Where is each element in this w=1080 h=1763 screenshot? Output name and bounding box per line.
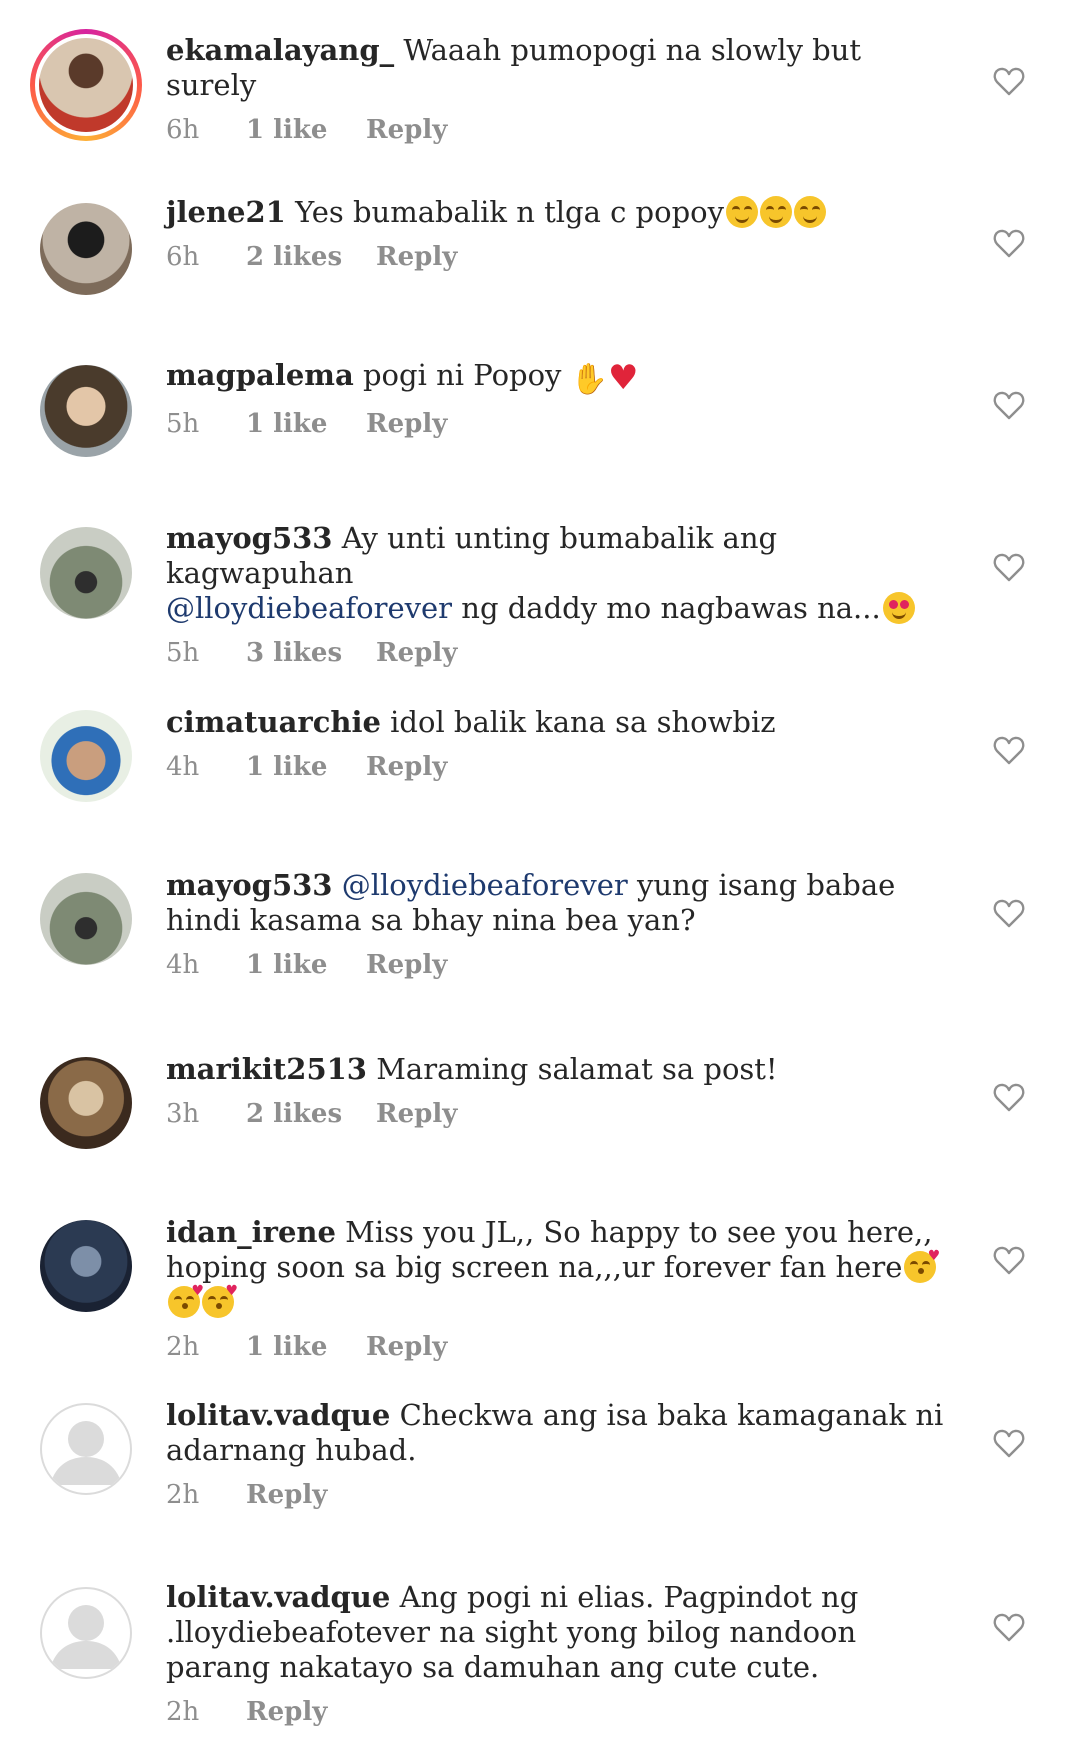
comment-meta: 4h 1 like Reply [166, 750, 956, 784]
reply-button[interactable]: Reply [366, 948, 447, 982]
like-heart-icon[interactable] [993, 552, 1025, 582]
like-heart-icon[interactable] [993, 228, 1025, 258]
comment-time: 4h [166, 752, 200, 782]
comment-time: 2h [166, 1697, 200, 1727]
comment-username[interactable]: lolitav.vadque [166, 1398, 390, 1432]
comment-likes[interactable]: 1 like [246, 750, 366, 784]
comment-meta: 6h 1 like Reply [166, 113, 956, 147]
like-heart-icon[interactable] [993, 735, 1025, 765]
comment-username[interactable]: idan_irene [166, 1215, 336, 1249]
kissing-face-icon: ♥ [202, 1284, 238, 1318]
comment-username[interactable]: cimatuarchie [166, 705, 381, 739]
comment-meta: 5h 1 like Reply [166, 407, 956, 441]
like-heart-icon[interactable] [993, 1082, 1025, 1112]
comment-mention[interactable]: @lloydiebeaforever [166, 591, 452, 625]
comment-username[interactable]: mayog533 [166, 868, 332, 902]
smiling-face-icon [725, 196, 758, 228]
comment-text: ekamalayang_ Waaah pumopogi na slowly bu… [166, 33, 862, 102]
kissing-face-icon: ♥ [168, 1284, 204, 1318]
reply-button[interactable]: Reply [246, 1478, 327, 1512]
kissing-face-icon: ♥ [904, 1249, 940, 1283]
comment-mention[interactable]: @lloydiebeaforever [342, 868, 628, 902]
default-user-icon [50, 1605, 122, 1669]
comment-time: 6h [166, 242, 200, 272]
reply-button[interactable]: Reply [366, 407, 447, 441]
comment-username[interactable]: ekamalayang_ [166, 33, 394, 67]
avatar[interactable] [40, 1403, 132, 1495]
avatar[interactable] [40, 527, 132, 619]
clapping-hands-icon: ✋ [570, 362, 609, 397]
comment-likes[interactable]: 1 like [246, 113, 366, 147]
comment-meta: 6h 2 likes Reply [166, 240, 956, 274]
comment-time: 2h [166, 1480, 200, 1510]
comment-time: 3h [166, 1099, 200, 1129]
smiling-face-icon [759, 196, 792, 228]
comment-meta: 2h Reply [166, 1478, 956, 1512]
comment-likes[interactable]: 3 likes [246, 636, 376, 670]
avatar-story-ring[interactable] [30, 29, 142, 141]
comment-username[interactable]: jlene21 [166, 195, 286, 229]
like-heart-icon[interactable] [993, 898, 1025, 928]
default-user-icon [50, 1421, 122, 1485]
comment-likes[interactable]: 1 like [246, 407, 366, 441]
avatar[interactable] [40, 1587, 132, 1679]
comment-time: 2h [166, 1332, 200, 1362]
comment-text: marikit2513 Maraming salamat sa post! [166, 1052, 778, 1086]
comment-text: magpalema pogi ni Popoy ✋♥ [166, 358, 639, 398]
comment-username[interactable]: mayog533 [166, 521, 332, 555]
comment-username[interactable]: marikit2513 [166, 1052, 367, 1086]
comment-likes[interactable]: 1 like [246, 948, 366, 982]
comment-text: idan_irene Miss you JL,, So happy to see… [166, 1215, 956, 1320]
comment-time: 5h [166, 638, 200, 668]
avatar[interactable] [40, 203, 132, 295]
reply-button[interactable]: Reply [366, 750, 447, 784]
comment-text: lolitav.vadque Ang pogi ni elias. Pagpin… [166, 1580, 859, 1684]
reply-button[interactable]: Reply [246, 1695, 327, 1729]
comment-meta: 3h 2 likes Reply [166, 1097, 956, 1131]
comment-time: 4h [166, 950, 200, 980]
red-heart-icon: ♥ [608, 358, 639, 398]
comment-likes[interactable]: 2 likes [246, 1097, 376, 1131]
comment-text: mayog533 @lloydiebeaforever yung isang b… [166, 868, 896, 937]
comment-text: mayog533 Ay unti unting bumabalik ang ka… [166, 521, 956, 626]
like-heart-icon[interactable] [993, 1612, 1025, 1642]
comment-meta: 5h 3 likes Reply [166, 636, 956, 670]
comment-likes[interactable]: 2 likes [246, 240, 376, 274]
reply-button[interactable]: Reply [376, 240, 457, 274]
avatar[interactable] [40, 1220, 132, 1312]
comment-username[interactable]: magpalema [166, 358, 354, 392]
comment-username[interactable]: lolitav.vadque [166, 1580, 390, 1614]
avatar [39, 38, 133, 132]
comment-meta: 2h Reply [166, 1695, 956, 1729]
comments-list: ekamalayang_ Waaah pumopogi na slowly bu… [0, 0, 1080, 1763]
reply-button[interactable]: Reply [376, 1097, 457, 1131]
reply-button[interactable]: Reply [366, 1330, 447, 1364]
comment-text: lolitav.vadque Checkwa ang isa baka kama… [166, 1398, 944, 1467]
like-heart-icon[interactable] [993, 390, 1025, 420]
comment-time: 5h [166, 409, 200, 439]
like-heart-icon[interactable] [993, 66, 1025, 96]
reply-button[interactable]: Reply [366, 113, 447, 147]
comment-likes[interactable]: 1 like [246, 1330, 366, 1364]
avatar[interactable] [40, 710, 132, 802]
comment-meta: 4h 1 like Reply [166, 948, 956, 982]
comment-time: 6h [166, 115, 200, 145]
reply-button[interactable]: Reply [376, 636, 457, 670]
smiling-face-icon [793, 196, 826, 228]
heart-eyes-face-icon [882, 592, 915, 624]
comment-meta: 2h 1 like Reply [166, 1330, 956, 1364]
comment-text: jlene21 Yes bumabalik n tlga c popoy [166, 195, 956, 230]
avatar[interactable] [40, 365, 132, 457]
like-heart-icon[interactable] [993, 1428, 1025, 1458]
comment-text: cimatuarchie idol balik kana sa showbiz [166, 705, 776, 739]
avatar[interactable] [40, 1057, 132, 1149]
like-heart-icon[interactable] [993, 1245, 1025, 1275]
avatar[interactable] [40, 873, 132, 965]
